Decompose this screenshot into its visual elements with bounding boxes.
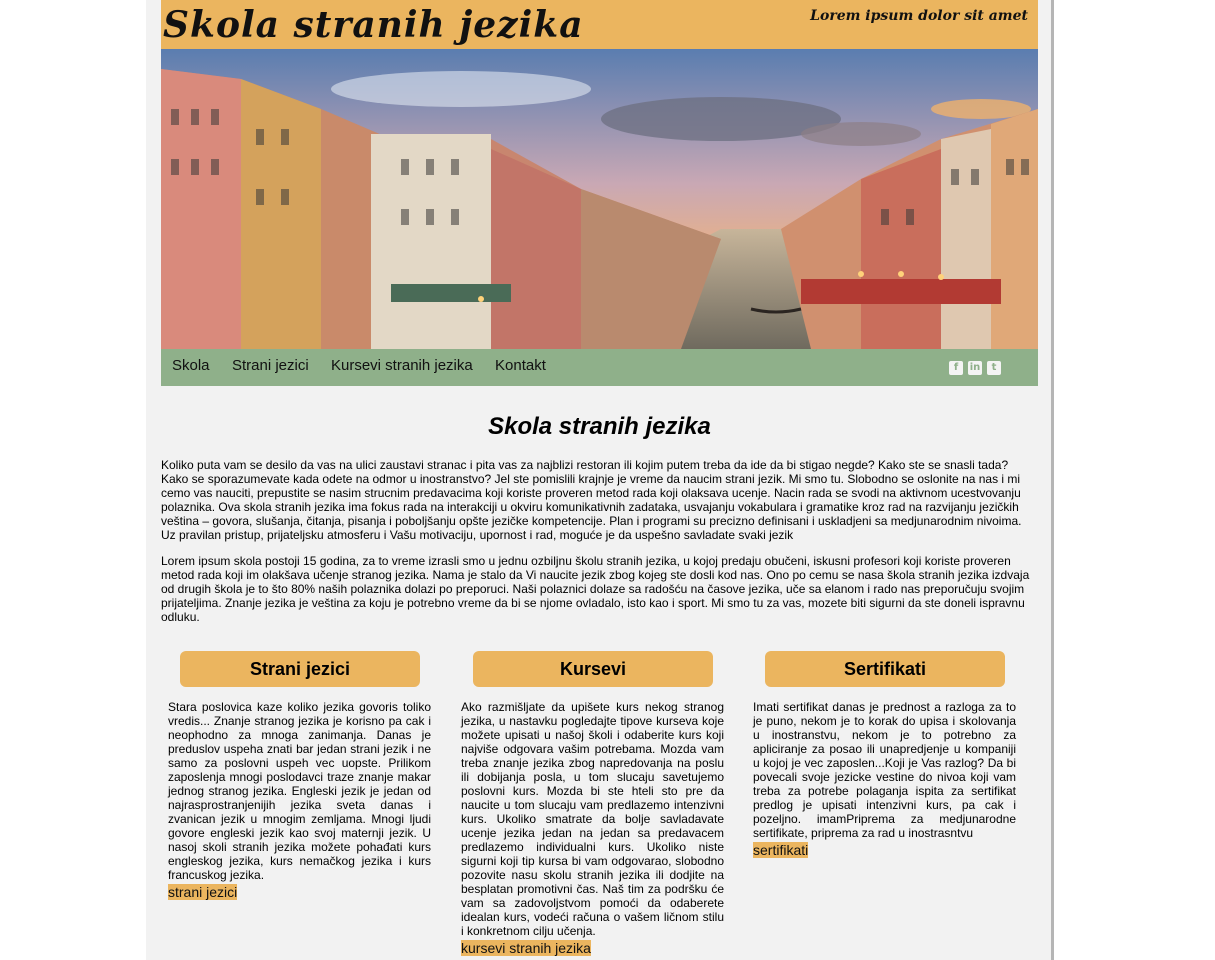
- page-container: Skola stranih jezika Lorem ipsum dolor s…: [146, 0, 1054, 960]
- feature-column-strani-jezici: Strani jezici Stara poslovica kaze kolik…: [168, 651, 431, 902]
- column-heading: Kursevi: [473, 651, 713, 687]
- nav-item-kursevi[interactable]: Kursevi stranih jezika: [331, 357, 473, 374]
- nav-item-strani-jezici[interactable]: Strani jezici: [232, 357, 309, 374]
- twitter-icon[interactable]: t: [987, 361, 1001, 375]
- intro-paragraph-2: Lorem ipsum skola postoji 15 godina, za …: [161, 554, 1030, 624]
- column-heading: Sertifikati: [765, 651, 1005, 687]
- intro-paragraph-1: Koliko puta vam se desilo da vas na ulic…: [161, 458, 1022, 542]
- kursevi-link[interactable]: kursevi stranih jezika: [461, 940, 591, 956]
- column-text: Imati sertifikat danas je prednost a raz…: [753, 700, 1016, 840]
- social-links: f in t: [949, 361, 1001, 375]
- sertifikati-link[interactable]: sertifikati: [753, 842, 809, 858]
- column-heading: Strani jezici: [180, 651, 420, 687]
- site-header: Skola stranih jezika Lorem ipsum dolor s…: [161, 0, 1038, 49]
- strani-jezici-link[interactable]: strani jezici: [168, 884, 238, 900]
- page-heading: Skola stranih jezika: [488, 413, 711, 440]
- column-text: Stara poslovica kaze koliko jezika govor…: [168, 700, 431, 882]
- site-title: Skola stranih jezika: [163, 4, 584, 46]
- nav-item-kontakt[interactable]: Kontakt: [495, 357, 546, 374]
- feature-column-kursevi: Kursevi Ako razmišljate da upišete kurs …: [461, 651, 724, 958]
- hero-image: [161, 49, 1038, 349]
- main-navigation: Skola Strani jezici Kursevi stranih jezi…: [161, 349, 1038, 386]
- facebook-icon[interactable]: f: [949, 361, 963, 375]
- feature-column-sertifikati: Sertifikati Imati sertifikat danas je pr…: [753, 651, 1016, 860]
- nav-item-skola[interactable]: Skola: [172, 357, 210, 374]
- column-text: Ako razmišljate da upišete kurs nekog st…: [461, 700, 724, 938]
- site-tagline: Lorem ipsum dolor sit amet: [810, 8, 1028, 24]
- linkedin-icon[interactable]: in: [968, 361, 982, 375]
